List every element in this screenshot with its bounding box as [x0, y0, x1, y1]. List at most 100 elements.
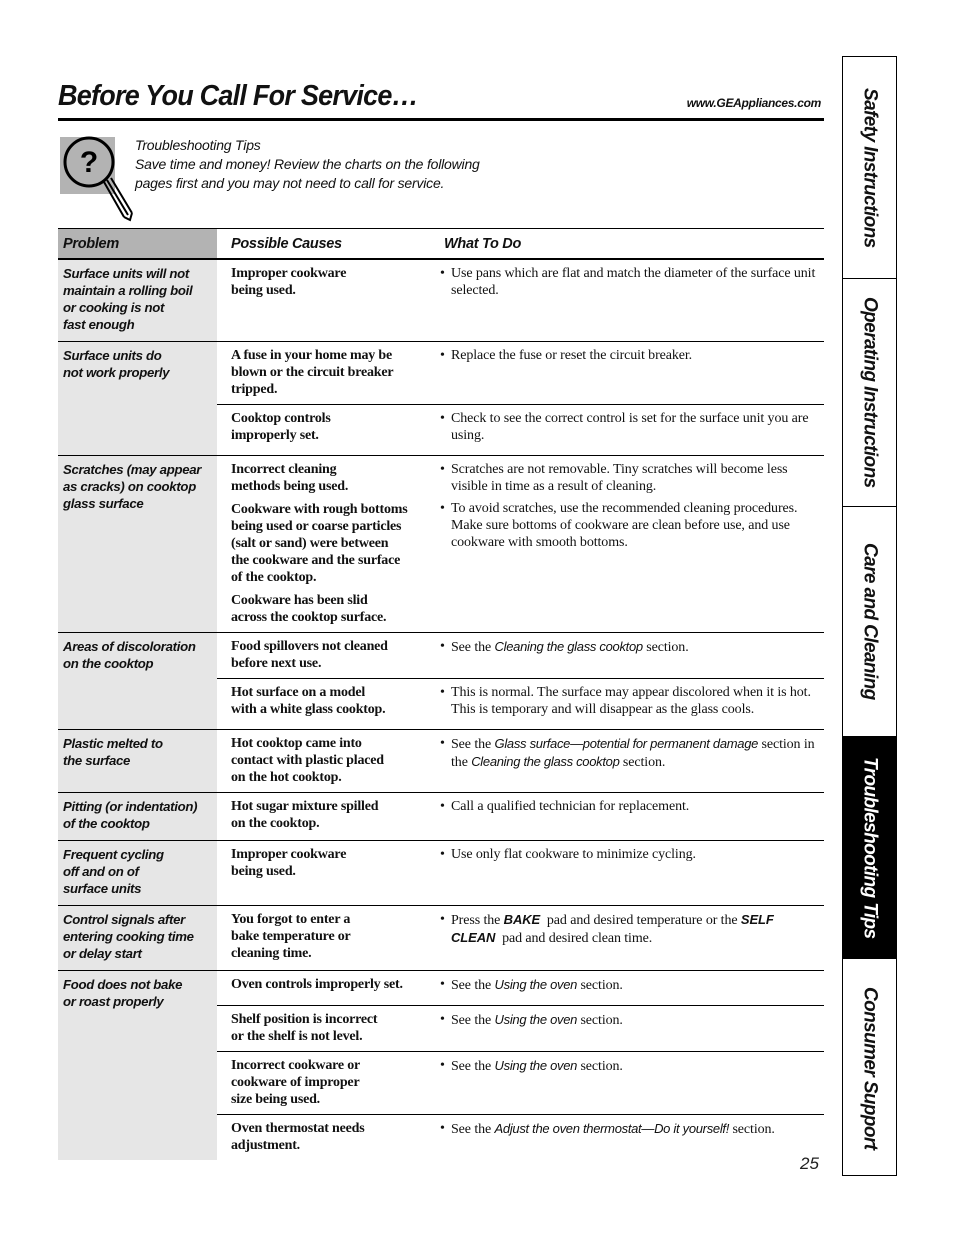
section-tab-safety-instructions[interactable]: Safety Instructions: [843, 57, 896, 279]
problem-line: Pitting (or indentation): [63, 799, 198, 814]
cause-line: being used.: [231, 864, 296, 879]
cause-line: size being used.: [231, 1092, 320, 1107]
problem-cell: Scratches (may appear as cracks) on cookt…: [58, 456, 217, 632]
problem-line: as cracks) on cooktop: [63, 479, 196, 494]
cause-line: Cookware has been slid: [231, 593, 368, 608]
magnifier-question-icon: ?: [58, 134, 138, 224]
action-bullet: • Call a qualified technician for replace…: [440, 798, 820, 815]
cause-line: being used or coarse particles: [231, 519, 402, 534]
possible-cause-cell: Cooktop controls improperly set.: [217, 405, 430, 455]
action-text: See the Using the oven section.: [451, 1011, 623, 1029]
section-tab-care-and-cleaning[interactable]: Care and Cleaning: [843, 507, 896, 737]
possible-cause-cell: Hot surface on a model with a white glass…: [217, 679, 430, 729]
possible-cause-cell: Food spillovers not cleaned before next u…: [217, 633, 430, 678]
section-reference: Using the oven: [494, 977, 578, 992]
action-text: Replace the fuse or reset the circuit br…: [451, 347, 692, 364]
problem-line: Frequent cycling: [63, 847, 164, 862]
problem-line: on the cooktop: [63, 656, 154, 671]
what-to-do-cell: • See the Using the oven section.: [430, 971, 824, 1005]
problem-cell: Food does not bake or roast properly: [58, 971, 217, 1160]
bullet-icon: •: [440, 799, 445, 814]
control-pad-name: BAKE: [503, 912, 541, 927]
table-row: Pitting (or indentation) of the cooktop Ho…: [58, 793, 824, 841]
action-bullet: • Use only flat cookware to minimize cycl…: [440, 846, 820, 863]
cause-line: the cookware and the surface: [231, 553, 401, 568]
section-reference: Cleaning the glass cooktop: [494, 639, 644, 654]
problem-line: or delay start: [63, 946, 142, 961]
table-row: Surface units do not work properly A fuse …: [58, 342, 824, 456]
what-to-do-cell: • Check to see the correct control is set…: [430, 405, 824, 455]
problem-line: glass surface: [63, 496, 144, 511]
cause-line: of the cooktop.: [231, 570, 317, 585]
cause-line: A fuse in your home may be: [231, 348, 392, 363]
bullet-icon: •: [440, 912, 445, 927]
problem-line: fast enough: [63, 317, 135, 332]
action-text: See the Using the oven section.: [451, 1057, 623, 1075]
cause-row: Incorrect cookware or cookware of imprope…: [217, 1051, 824, 1114]
cause-row: Hot surface on a model with a white glass…: [217, 678, 824, 729]
bullet-icon: •: [440, 639, 445, 654]
cause-line: methods being used.: [231, 479, 349, 494]
action-bullet: • This is normal. The surface may appear …: [440, 684, 820, 718]
what-to-do-cell: • This is normal. The surface may appear …: [430, 679, 824, 729]
cause-line: Hot sugar mixture spilled: [231, 799, 379, 814]
possible-cause-cell: Oven thermostat needs adjustment.: [217, 1115, 430, 1160]
text-segment: See the: [451, 640, 495, 655]
text-segment: section.: [577, 1059, 623, 1074]
cause-line: Hot cooktop came into: [231, 736, 362, 751]
bullet-icon: •: [440, 411, 445, 426]
bullet-icon: •: [440, 501, 445, 516]
action-bullet: • Scratches are not removable. Tiny scrat…: [440, 461, 820, 495]
possible-cause-cell: Improper cookware being used.: [217, 260, 430, 310]
cause-line: being used.: [231, 283, 296, 298]
problem-cell: Frequent cycling off and on of surface uni…: [58, 841, 217, 905]
website-link[interactable]: www.GEAppliances.com: [687, 96, 822, 110]
page-title: Before You Call For Service…: [58, 80, 419, 112]
text-segment: Check to see the correct control is set …: [451, 411, 812, 443]
problem-line: Food does not bake: [63, 977, 183, 992]
text-segment: pad and desired clean time.: [495, 931, 653, 946]
cause-line: bake temperature or: [231, 929, 351, 944]
section-tab-consumer-support[interactable]: Consumer Support: [843, 959, 896, 1177]
table-body: Surface units will not maintain a rolling…: [58, 260, 824, 1160]
section-tab-label: Safety Instructions: [859, 87, 881, 248]
section-tab-troubleshooting-tips[interactable]: Troubleshooting Tips: [843, 737, 896, 959]
text-segment: section.: [729, 1122, 775, 1137]
problem-cell: Plastic melted to the surface: [58, 730, 217, 792]
cause-line: before next use.: [231, 656, 322, 671]
action-text: See the Cleaning the glass cooktop secti…: [451, 638, 689, 656]
table-row: Food does not bake or roast properly Oven …: [58, 971, 824, 1160]
cause-row: Oven thermostat needs adjustment. • See the…: [217, 1114, 824, 1160]
possible-cause-cell: Incorrect cleaning methods being used. Coo…: [217, 456, 430, 632]
section-reference: Using the oven: [494, 1012, 578, 1027]
section-tab-label: Consumer Support: [859, 986, 881, 1150]
text-segment: Scratches are not removable. Tiny scratc…: [451, 462, 791, 494]
table-row: Plastic melted to the surface Hot cooktop …: [58, 730, 824, 793]
cause-row: A fuse in your home may be blown or the c…: [217, 342, 824, 404]
cause-line: on the cooktop.: [231, 816, 320, 831]
what-to-do-cell: • Replace the fuse or reset the circuit b…: [430, 342, 824, 404]
action-bullet: • Press the BAKE pad and desired temperat…: [440, 911, 820, 947]
cause-row: Improper cookware being used. • Use only fl…: [217, 841, 824, 886]
cause-row: Food spillovers not cleaned before next u…: [217, 633, 824, 678]
cause-row: Incorrect cleaning methods being used. Coo…: [217, 456, 824, 632]
action-bullet: • See the Using the oven section.: [440, 1011, 820, 1029]
table-row: Surface units will not maintain a rolling…: [58, 260, 824, 342]
possible-cause-cell: A fuse in your home may be blown or the c…: [217, 342, 430, 404]
action-bullet: • Use pans which are flat and match the d…: [440, 265, 820, 299]
action-text: Call a qualified technician for replacem…: [451, 798, 689, 815]
text-segment: See the: [451, 1013, 495, 1028]
problem-line: Areas of discoloration: [63, 639, 196, 654]
text-segment: Call a qualified technician for replacem…: [451, 799, 690, 814]
cause-line: Oven thermostat needs: [231, 1121, 365, 1136]
action-text: See the Using the oven section.: [451, 976, 623, 994]
section-tab-operating-instructions[interactable]: Operating Instructions: [843, 279, 896, 507]
intro-line-1: Save time and money! Review the charts o…: [135, 156, 480, 172]
problem-line: maintain a rolling boil: [63, 283, 193, 298]
cause-line: Shelf position is incorrect: [231, 1012, 378, 1027]
action-text: This is normal. The surface may appear d…: [451, 684, 820, 718]
what-to-do-cell: • See the Using the oven section.: [430, 1052, 824, 1114]
cause-line: cleaning time.: [231, 946, 312, 961]
problem-cell: Surface units do not work properly: [58, 342, 217, 455]
cause-row: Hot sugar mixture spilled on the cooktop.…: [217, 793, 824, 838]
